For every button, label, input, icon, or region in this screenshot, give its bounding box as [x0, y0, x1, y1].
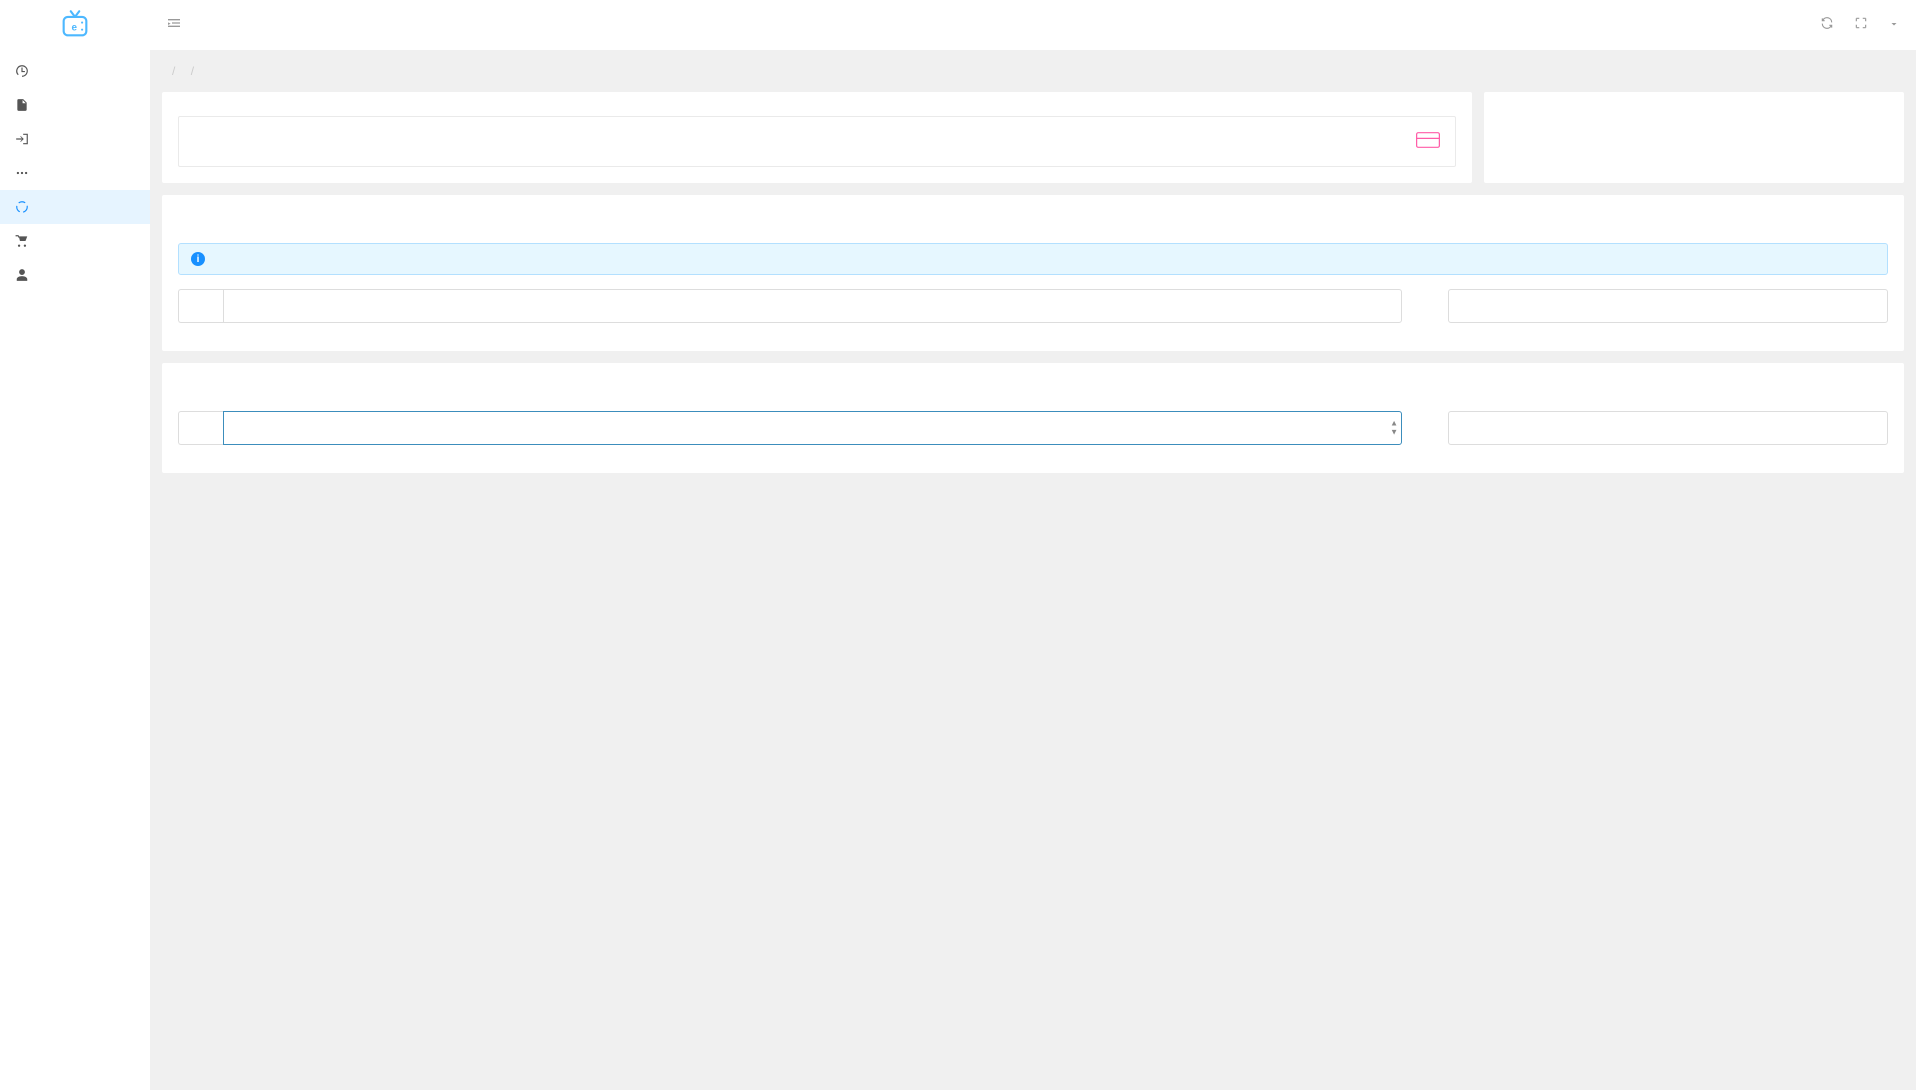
user-info-card	[162, 92, 1472, 183]
recharge-title	[162, 363, 1904, 383]
nav	[0, 50, 150, 1090]
renew-title	[162, 195, 1904, 215]
user-info-title	[162, 92, 1472, 116]
file-icon	[14, 98, 30, 112]
ellipsis-icon	[14, 166, 30, 180]
recharge-button[interactable]	[1448, 411, 1888, 445]
logo[interactable]: e	[0, 0, 150, 50]
topbar	[150, 0, 1916, 50]
tips-title	[1484, 92, 1904, 116]
recharge-input-label	[178, 411, 223, 445]
renew-button[interactable]	[1448, 289, 1888, 323]
spinner-icon[interactable]: ▲▼	[1390, 420, 1398, 437]
recharge-amount-input[interactable]	[223, 411, 1402, 445]
tips-card	[1484, 92, 1904, 183]
renew-months-input[interactable]	[223, 289, 1402, 323]
logo-icon: e	[58, 7, 92, 44]
balance-box	[178, 116, 1456, 167]
more-dropdown-icon[interactable]	[1888, 17, 1900, 34]
fullscreen-icon[interactable]	[1854, 16, 1868, 34]
credit-card-icon	[1415, 127, 1441, 156]
breadcrumb: / /	[162, 50, 1904, 92]
nav-item-square[interactable]	[0, 122, 150, 156]
nav-item-renew[interactable]	[0, 190, 150, 224]
dashboard-icon	[14, 64, 30, 78]
nav-item-shop[interactable]	[0, 224, 150, 258]
info-icon: i	[191, 252, 205, 266]
recharge-card: ▲▼	[162, 363, 1904, 473]
nav-item-files[interactable]	[0, 88, 150, 122]
share-icon	[14, 132, 30, 146]
user-icon	[14, 268, 30, 282]
nav-item-dashboard[interactable]	[0, 54, 150, 88]
renew-alert: i	[178, 243, 1888, 275]
renew-input-label	[178, 289, 223, 323]
sidebar: e	[0, 0, 150, 1090]
refresh-icon[interactable]	[1820, 16, 1834, 34]
renew-card: i	[162, 195, 1904, 351]
nav-item-settings[interactable]	[0, 258, 150, 292]
nav-item-team[interactable]	[0, 156, 150, 190]
collapse-sidebar-icon[interactable]	[166, 15, 182, 35]
cart-icon	[14, 234, 30, 248]
svg-text:e: e	[71, 22, 77, 33]
spinner-icon	[14, 200, 30, 214]
